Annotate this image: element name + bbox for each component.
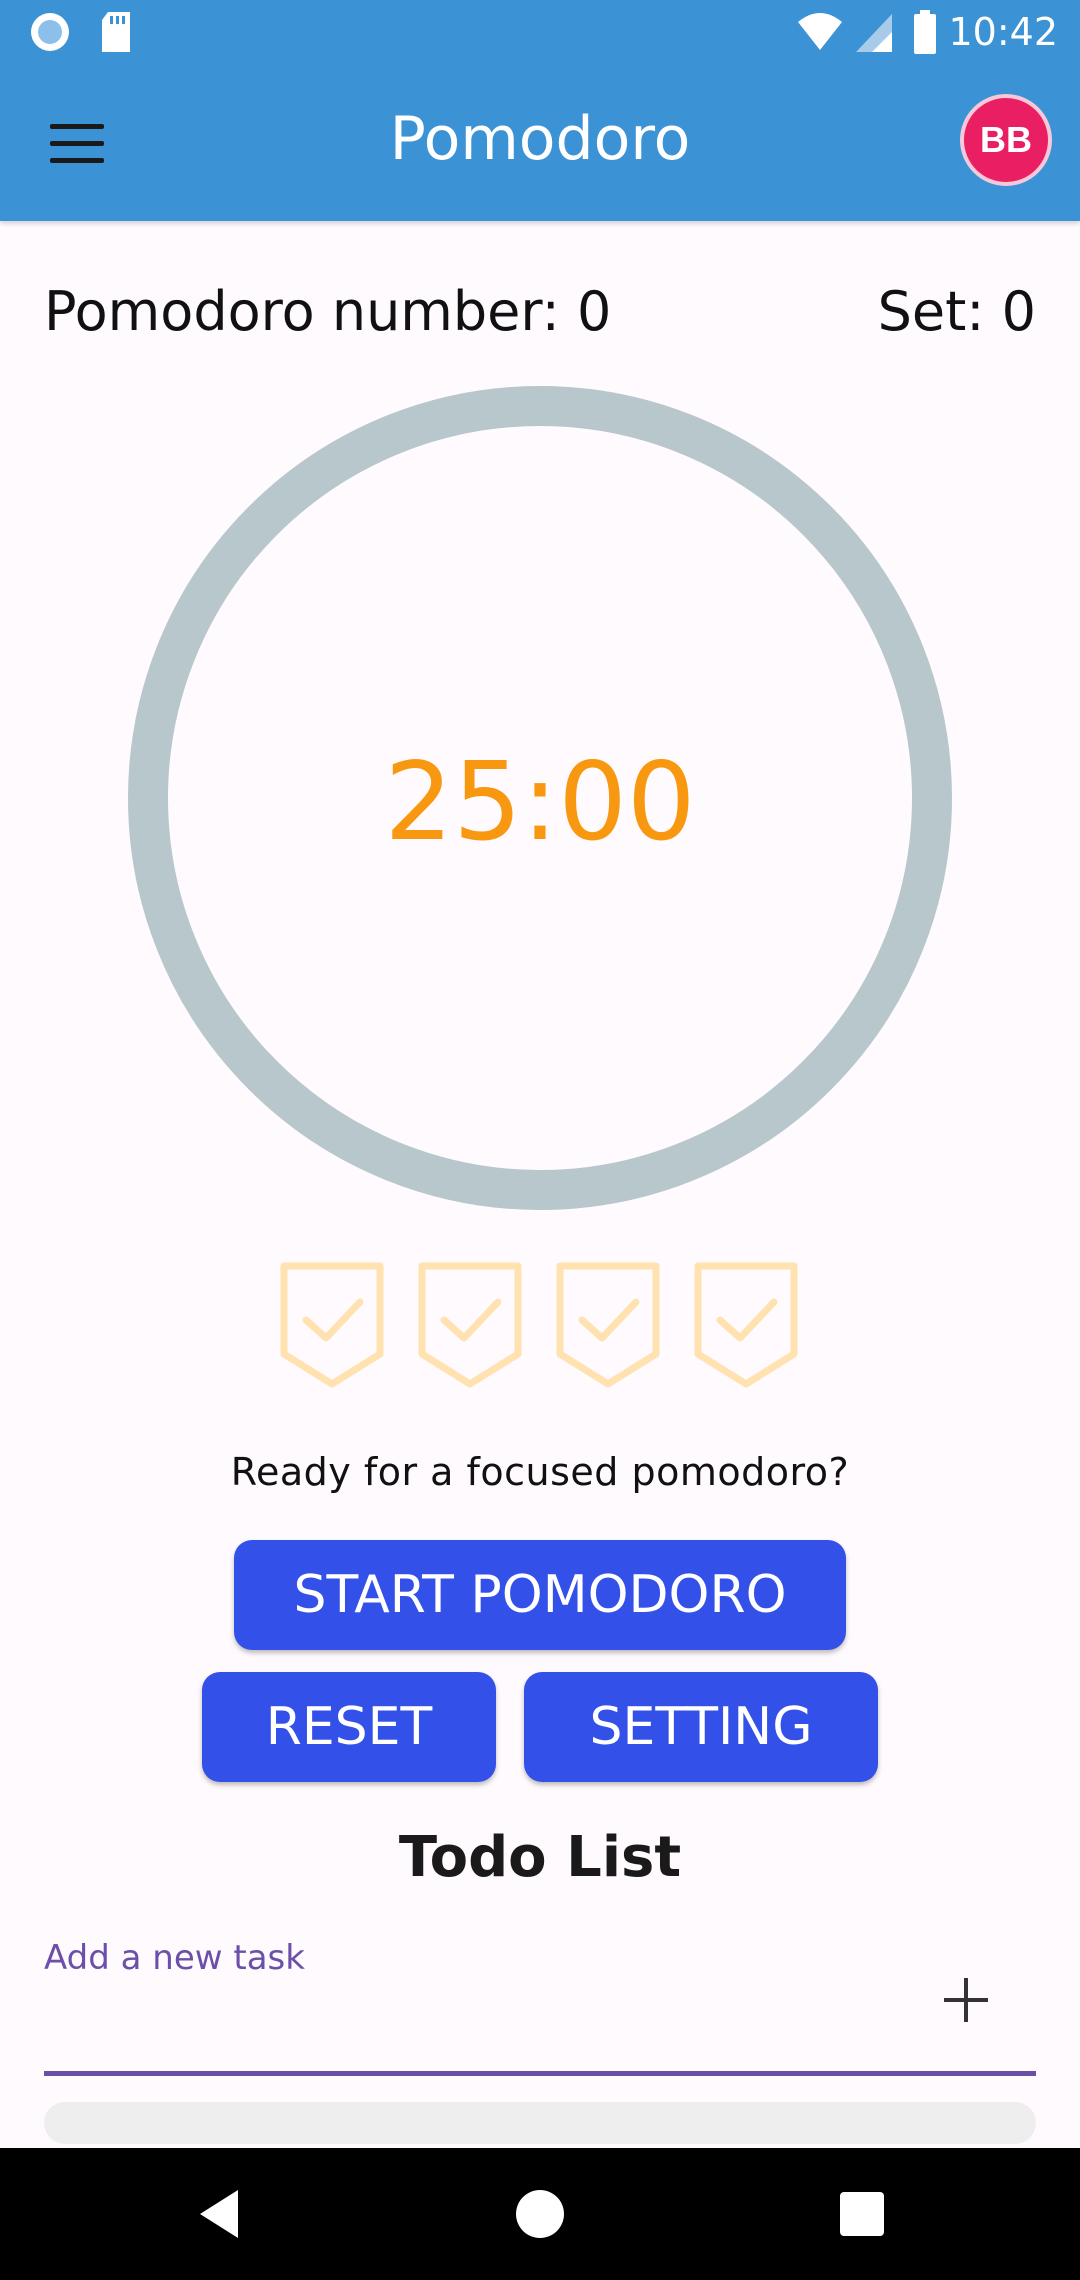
- add-task-label: Add a new task: [44, 1938, 305, 1978]
- add-task-field: Add a new task: [44, 1930, 1036, 2080]
- timer-display: 25:00: [384, 740, 696, 865]
- avatar[interactable]: BB: [960, 94, 1052, 186]
- sd-card-icon: [98, 10, 134, 59]
- pomodoro-badges: [280, 1262, 800, 1392]
- todo-list-item: [44, 2102, 1036, 2144]
- add-task-input[interactable]: [44, 1990, 916, 2072]
- set-label: Set: 0: [877, 280, 1036, 343]
- wifi-icon: [796, 10, 844, 59]
- app-bar: Pomodoro BB: [0, 66, 1080, 221]
- pomodoro-number-label: Pomodoro number: 0: [44, 280, 612, 343]
- check-shield-icon: [418, 1262, 522, 1388]
- battery-icon: [912, 10, 938, 61]
- navigation-bar: [0, 2148, 1080, 2280]
- pomodoro-screen: 10:42 Pomodoro BB Pomodoro number: 0 Set…: [0, 0, 1080, 2280]
- check-shield-icon: [556, 1262, 660, 1388]
- signal-icon: [854, 10, 894, 59]
- home-icon[interactable]: [508, 2182, 572, 2246]
- counters-row: Pomodoro number: 0 Set: 0: [44, 280, 1036, 350]
- todo-list-title: Todo List: [398, 1825, 682, 1890]
- app-title: Pomodoro: [389, 104, 691, 174]
- timer-ring: 25:00: [127, 385, 953, 1211]
- circle-notification-icon: [28, 10, 72, 59]
- status-bar: 10:42: [0, 0, 1080, 66]
- status-time: 10:42: [948, 10, 1058, 54]
- check-shield-icon: [280, 1262, 384, 1388]
- reset-button[interactable]: RESET: [202, 1672, 496, 1782]
- setting-button[interactable]: SETTING: [524, 1672, 878, 1782]
- input-underline: [44, 2071, 1036, 2076]
- plus-icon[interactable]: [936, 1970, 996, 2030]
- recents-icon[interactable]: [830, 2182, 894, 2246]
- focus-prompt: Ready for a focused pomodoro?: [230, 1450, 850, 1494]
- start-pomodoro-button[interactable]: START POMODORO: [234, 1540, 846, 1650]
- check-shield-icon: [694, 1262, 798, 1388]
- back-icon[interactable]: [190, 2182, 254, 2246]
